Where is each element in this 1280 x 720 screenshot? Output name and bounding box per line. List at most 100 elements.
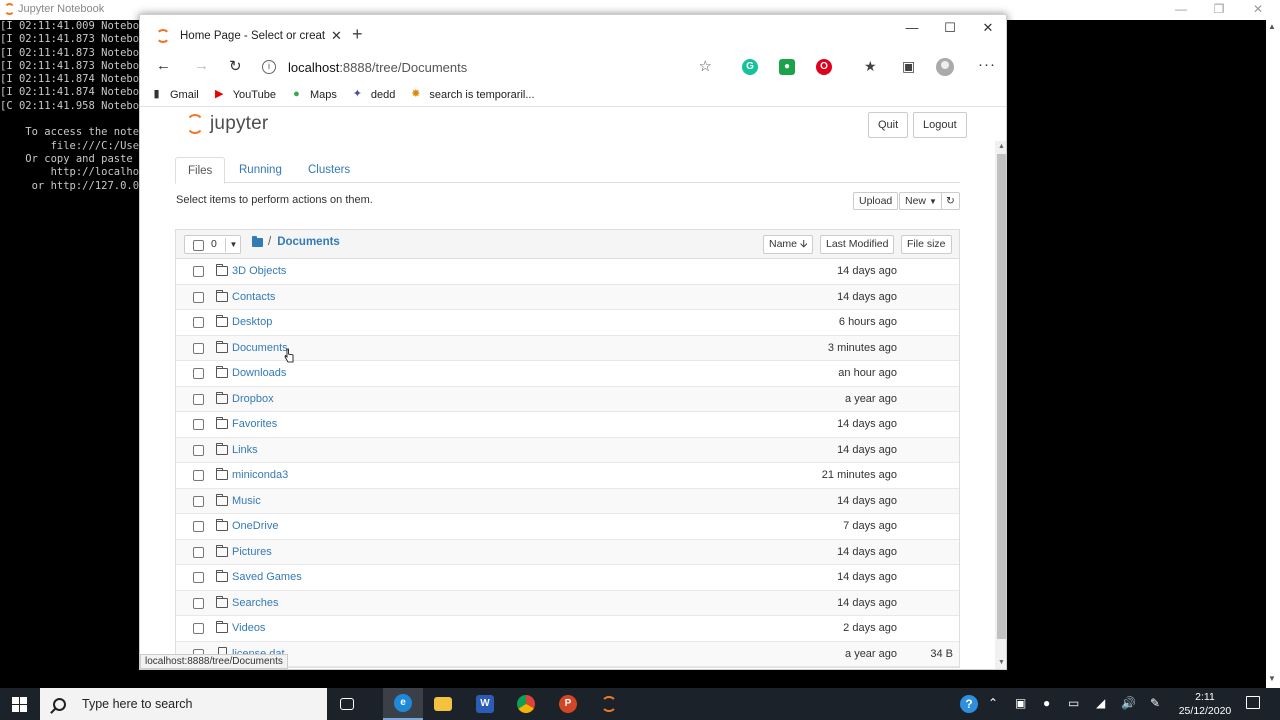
item-name-link[interactable]: Dropbox bbox=[232, 393, 274, 405]
row-checkbox[interactable] bbox=[193, 546, 204, 558]
sort-name-button[interactable]: Name 🡫 bbox=[763, 235, 814, 254]
console-close-icon[interactable]: ✕ bbox=[1250, 2, 1266, 16]
microphone-icon[interactable]: ● bbox=[1043, 696, 1050, 710]
help-icon[interactable]: ? bbox=[960, 695, 978, 713]
item-name-link[interactable]: Videos bbox=[232, 622, 265, 634]
favorite-star-icon[interactable]: ☆ bbox=[699, 57, 712, 75]
file-list-row[interactable]: Pictures 14 days ago bbox=[176, 539, 959, 565]
scroll-up-icon[interactable]: ▲ bbox=[1268, 22, 1276, 31]
console-maximize-icon[interactable]: ❐ bbox=[1211, 2, 1227, 16]
bookmark-item[interactable]: ✸ search is temporaril... bbox=[409, 88, 534, 101]
bookmark-item[interactable]: ▮ Gmail bbox=[150, 88, 198, 101]
address-bar[interactable]: i localhost:8888/tree/Documents ☆ bbox=[262, 54, 730, 80]
row-checkbox[interactable] bbox=[193, 521, 204, 532]
row-checkbox[interactable] bbox=[193, 317, 204, 328]
quit-button[interactable]: Quit bbox=[868, 112, 909, 138]
item-name-link[interactable]: Desktop bbox=[232, 316, 272, 328]
console-scroll-thumb[interactable] bbox=[1269, 36, 1277, 666]
page-scroll-up-icon[interactable]: ▲ bbox=[998, 143, 1005, 150]
row-checkbox[interactable] bbox=[193, 623, 204, 634]
file-list-row[interactable]: OneDrive 7 days ago bbox=[176, 514, 959, 540]
console-minimize-icon[interactable]: — bbox=[1173, 2, 1189, 16]
tab-clusters[interactable]: Clusters bbox=[296, 157, 362, 184]
bookmark-item[interactable]: ▶ YouTube bbox=[213, 88, 276, 101]
address-url[interactable]: localhost:8888/tree/Documents bbox=[288, 60, 467, 75]
item-name-link[interactable]: Contacts bbox=[232, 291, 275, 303]
file-list-row[interactable]: Links 14 days ago bbox=[176, 437, 959, 463]
row-checkbox[interactable] bbox=[193, 597, 204, 609]
shield-extension-icon[interactable]: ● bbox=[779, 59, 795, 75]
close-window-icon[interactable]: ✕ bbox=[978, 20, 998, 36]
item-name-link[interactable]: Saved Games bbox=[232, 571, 302, 583]
file-list-row[interactable]: Saved Games 14 days ago bbox=[176, 565, 959, 591]
select-all-checkbox[interactable] bbox=[193, 240, 204, 251]
row-checkbox[interactable] bbox=[193, 266, 204, 277]
jupyter-logo[interactable]: jupyter bbox=[186, 113, 268, 135]
row-checkbox[interactable] bbox=[193, 291, 204, 303]
jupyter-taskbar-icon[interactable] bbox=[589, 688, 629, 720]
item-name-link[interactable]: miniconda3 bbox=[232, 469, 288, 481]
file-list-row[interactable]: 3D Objects 14 days ago bbox=[176, 259, 959, 285]
pen-icon[interactable]: ✎ bbox=[1150, 696, 1160, 710]
tab-files[interactable]: Files bbox=[175, 157, 226, 184]
logout-button[interactable]: Logout bbox=[913, 112, 967, 138]
maximize-icon[interactable]: ☐ bbox=[940, 20, 960, 36]
taskbar-search[interactable]: Type here to search bbox=[40, 688, 327, 720]
item-name-link[interactable]: Favorites bbox=[232, 418, 277, 430]
item-name-link[interactable]: Links bbox=[232, 444, 258, 456]
item-name-link[interactable]: OneDrive bbox=[232, 520, 278, 532]
row-checkbox[interactable] bbox=[193, 572, 204, 583]
page-scroll-down-icon[interactable]: ▼ bbox=[998, 659, 1005, 666]
breadcrumb-current[interactable]: Documents bbox=[277, 236, 340, 248]
new-tab-icon[interactable]: + bbox=[352, 24, 363, 45]
tab-close-icon[interactable]: ✕ bbox=[331, 28, 342, 44]
row-checkbox[interactable] bbox=[193, 342, 204, 354]
back-icon[interactable]: ← bbox=[156, 57, 171, 74]
opera-extension-icon[interactable]: O bbox=[816, 59, 832, 75]
edge-app-icon[interactable]: e bbox=[383, 688, 423, 720]
new-dropdown-button[interactable]: New ▼ bbox=[899, 192, 943, 210]
file-list-row[interactable]: Favorites 14 days ago bbox=[176, 412, 959, 438]
battery-icon[interactable]: ▭ bbox=[1068, 696, 1079, 710]
item-name-link[interactable]: 3D Objects bbox=[232, 265, 286, 277]
file-list-row[interactable]: Desktop 6 hours ago bbox=[176, 310, 959, 336]
system-clock[interactable]: 2:11 25/12/2020 bbox=[1176, 690, 1234, 718]
upload-button[interactable]: Upload bbox=[853, 192, 899, 210]
site-info-icon[interactable]: i bbox=[262, 60, 276, 74]
volume-icon[interactable]: 🔊 bbox=[1121, 696, 1136, 710]
row-checkbox[interactable] bbox=[193, 444, 204, 456]
file-list-row[interactable]: Searches 14 days ago bbox=[176, 590, 959, 616]
meet-now-icon[interactable]: ▣ bbox=[1015, 696, 1026, 710]
browser-tab-home[interactable]: Home Page - Select or create a n ✕ bbox=[146, 21, 346, 51]
word-app-icon[interactable]: W bbox=[465, 688, 505, 720]
reload-icon[interactable]: ↻ bbox=[229, 57, 242, 75]
file-list-row[interactable]: Videos 2 days ago bbox=[176, 616, 959, 642]
file-list-row[interactable]: miniconda3 21 minutes ago bbox=[176, 463, 959, 489]
chrome-app-icon[interactable] bbox=[506, 688, 546, 720]
powerpoint-app-icon[interactable]: P bbox=[548, 688, 588, 720]
refresh-button[interactable]: ↻ bbox=[941, 192, 960, 210]
profile-avatar[interactable] bbox=[936, 58, 954, 76]
select-all-control[interactable]: 0 ▼ bbox=[184, 235, 241, 254]
item-name-link[interactable]: Music bbox=[232, 495, 261, 507]
grammarly-extension-icon[interactable]: G bbox=[742, 59, 758, 75]
row-checkbox[interactable] bbox=[193, 495, 204, 507]
collections-icon[interactable]: ▣ bbox=[902, 58, 915, 75]
file-list-row[interactable]: Downloads an hour ago bbox=[176, 361, 959, 387]
row-checkbox[interactable] bbox=[193, 393, 204, 405]
file-list-row[interactable]: Music 14 days ago bbox=[176, 488, 959, 514]
bookmark-item[interactable]: ✦ dedd bbox=[351, 88, 396, 101]
item-name-link[interactable]: Documents bbox=[232, 342, 288, 354]
item-name-link[interactable]: Searches bbox=[232, 597, 278, 609]
sort-modified-button[interactable]: Last Modified bbox=[820, 235, 895, 254]
home-folder-icon[interactable] bbox=[252, 235, 263, 247]
more-options-icon[interactable]: ··· bbox=[978, 56, 996, 73]
console-scrollbar[interactable]: ▲ ▼ bbox=[1266, 20, 1280, 688]
minimize-icon[interactable]: — bbox=[902, 20, 922, 35]
page-scrollbar[interactable]: ▲ ▼ bbox=[995, 141, 1006, 669]
file-list-row[interactable]: license.data year ago34 B bbox=[176, 641, 959, 667]
item-name-link[interactable]: Downloads bbox=[232, 367, 286, 379]
select-menu-caret-icon[interactable]: ▼ bbox=[225, 238, 241, 252]
page-scroll-thumb[interactable] bbox=[997, 154, 1006, 639]
file-list-row[interactable]: Dropbox a year ago bbox=[176, 386, 959, 412]
